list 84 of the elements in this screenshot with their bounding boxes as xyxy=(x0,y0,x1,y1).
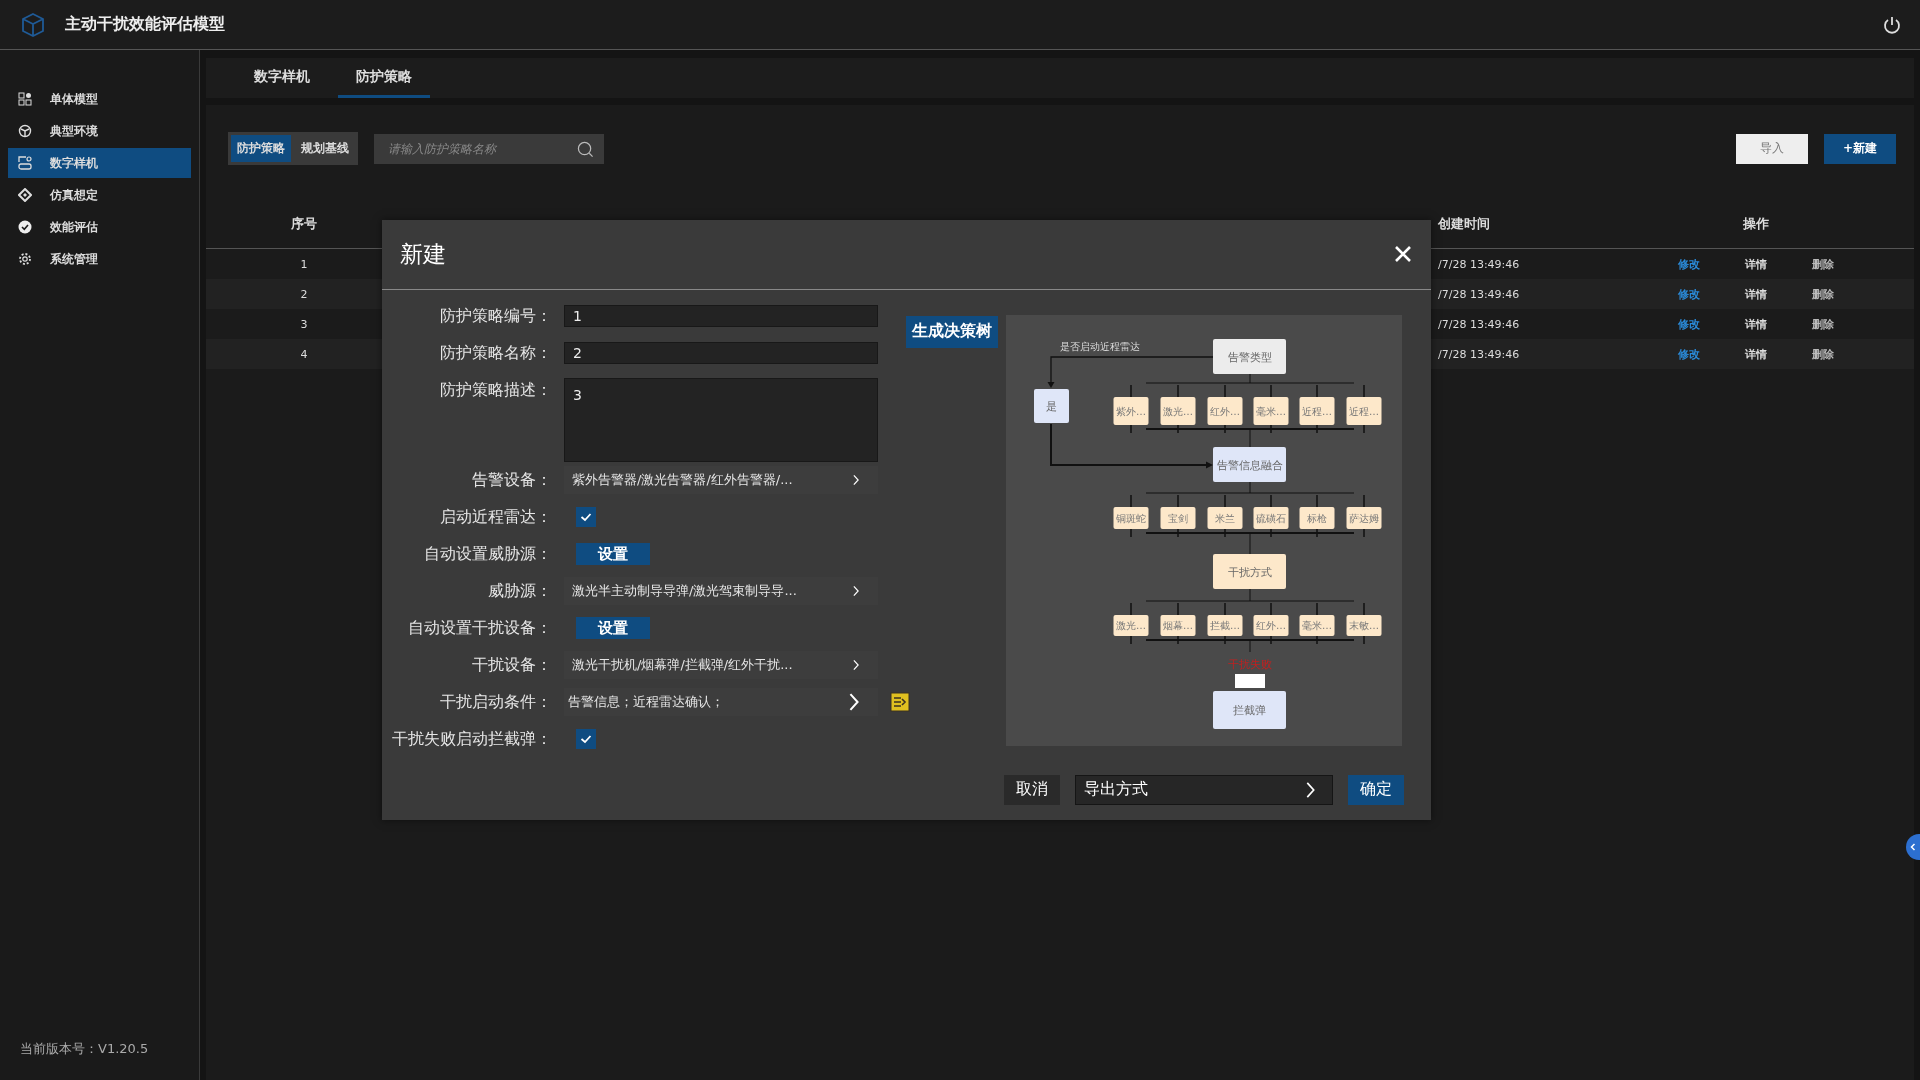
chevron-right-icon xyxy=(852,585,860,598)
settings-icon xyxy=(18,252,32,266)
app-title: 主动干扰效能评估模型 xyxy=(65,14,225,35)
textarea-field[interactable]: 3 xyxy=(564,377,878,462)
sidebar-item[interactable]: 效能评估 xyxy=(8,212,191,242)
search-field[interactable]: 请输入防护策略名称 xyxy=(374,133,604,164)
table-cell-text: /7/28 13:49:46 xyxy=(1438,257,1521,271)
table-cell-text: /7/28 13:49:46 xyxy=(1438,347,1521,361)
import-button[interactable]: 导入 xyxy=(1736,133,1808,164)
checkbox[interactable] xyxy=(576,507,596,528)
detail-link[interactable]: 详情 xyxy=(1745,256,1767,272)
set-button[interactable]: 设置 xyxy=(576,543,650,566)
new-button[interactable]: +新建 xyxy=(1824,133,1896,164)
list-edit-icon[interactable] xyxy=(890,692,910,713)
flow-node: 拦截弹 xyxy=(1213,690,1286,729)
flow-node: 干扰方式 xyxy=(1213,553,1286,589)
sidebar-item[interactable]: 仿真想定 xyxy=(8,180,191,210)
flow-node: 告警信息融合 xyxy=(1213,446,1286,482)
field-label: 威胁源： xyxy=(487,580,552,602)
layers-icon xyxy=(18,156,32,170)
table-cell-text: 2 xyxy=(299,287,309,301)
chevron-right-icon xyxy=(1305,780,1316,799)
field-label: 自动设置威胁源： xyxy=(423,543,552,565)
field-label: 防护策略编号： xyxy=(439,305,552,327)
table-cell-text: /7/28 13:49:46 xyxy=(1438,287,1521,301)
globe-icon xyxy=(18,124,32,138)
field-label: 告警设备： xyxy=(471,469,552,491)
delete-link[interactable]: 删除 xyxy=(1811,286,1834,302)
tab[interactable]: 防护策略 xyxy=(338,58,430,98)
checkbox[interactable] xyxy=(576,729,596,750)
field-label: 干扰设备： xyxy=(471,654,552,676)
flow-node: 告警类型 xyxy=(1213,338,1286,374)
field-label: 干扰失败启动拦截弹： xyxy=(391,728,552,750)
edit-link[interactable]: 修改 xyxy=(1678,316,1701,332)
power-icon[interactable] xyxy=(1882,14,1902,35)
detail-link[interactable]: 详情 xyxy=(1745,316,1767,332)
flow-node: 是 xyxy=(1034,388,1069,423)
sidebar-item[interactable]: 典型环境 xyxy=(8,116,191,146)
delete-link[interactable]: 删除 xyxy=(1811,316,1834,332)
edit-link[interactable]: 修改 xyxy=(1678,286,1701,302)
column-header: 操作 xyxy=(1742,215,1770,233)
delete-link[interactable]: 删除 xyxy=(1811,256,1834,272)
detail-link[interactable]: 详情 xyxy=(1745,286,1767,302)
chevron-right-icon xyxy=(852,474,860,487)
detail-link[interactable]: 详情 xyxy=(1745,346,1767,362)
table-cell-text: 1 xyxy=(299,257,309,271)
set-button[interactable]: 设置 xyxy=(576,617,650,640)
edit-link[interactable]: 修改 xyxy=(1678,256,1701,272)
diamond-icon xyxy=(18,188,32,202)
dialog-title: 新建 xyxy=(400,239,446,269)
version-label: 当前版本号：V1.20.5 xyxy=(19,1040,150,1058)
column-header: 序号 xyxy=(290,215,318,233)
segment-tab[interactable]: 规划基线 xyxy=(295,135,355,162)
check-badge-icon xyxy=(18,220,32,234)
generate-tree-button[interactable]: 生成决策树 xyxy=(906,315,998,348)
edit-link[interactable]: 修改 xyxy=(1678,346,1701,362)
chevron-right-icon xyxy=(848,692,860,713)
branch-label: 是否启动近程雷达 xyxy=(1060,340,1140,352)
sidebar-item[interactable]: 数字样机 xyxy=(8,148,191,178)
field-label: 启动近程雷达： xyxy=(439,506,552,528)
cube-icon xyxy=(20,11,46,38)
input-field[interactable]: 2 xyxy=(564,342,878,365)
input-field[interactable]: 1 xyxy=(564,305,878,328)
field-label: 防护策略名称： xyxy=(439,342,552,364)
chevron-right-icon xyxy=(852,659,860,672)
delete-link[interactable]: 删除 xyxy=(1811,346,1834,362)
field-label: 干扰启动条件： xyxy=(439,691,552,713)
search-icon xyxy=(577,140,594,158)
table-cell-text: 4 xyxy=(299,347,309,361)
export-select[interactable]: 导出方式 xyxy=(1075,774,1333,805)
segment-tab[interactable]: 防护策略 xyxy=(231,135,291,162)
grid-icon xyxy=(18,92,32,106)
field-label: 自动设置干扰设备： xyxy=(407,617,552,639)
field-label: 防护策略描述： xyxy=(439,378,552,401)
sidebar-item[interactable]: 单体模型 xyxy=(8,84,191,114)
close-icon[interactable] xyxy=(1394,245,1412,264)
table-cell-text: /7/28 13:49:46 xyxy=(1438,317,1521,331)
confirm-button[interactable]: 确定 xyxy=(1348,774,1404,805)
failure-label: 干扰失败 xyxy=(1228,657,1272,671)
tab[interactable]: 数字样机 xyxy=(236,58,328,98)
column-header: 创建时间 xyxy=(1438,215,1491,233)
table-cell-text: 3 xyxy=(299,317,309,331)
cancel-button[interactable]: 取消 xyxy=(1004,774,1060,805)
sidebar-item[interactable]: 系统管理 xyxy=(8,244,191,274)
